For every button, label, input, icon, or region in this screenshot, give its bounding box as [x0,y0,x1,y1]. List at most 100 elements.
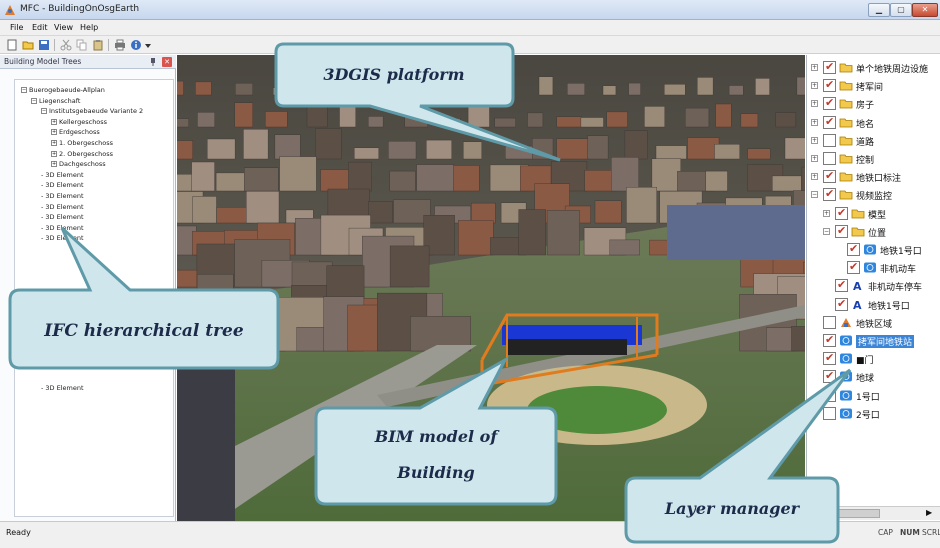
layer-item[interactable]: − 视频监控 [807,187,940,203]
layer-checkbox[interactable] [847,242,860,256]
menu-view[interactable]: View [54,23,73,32]
3d-viewport[interactable] [177,55,805,521]
tree-node[interactable]: + Kellergeschoss [51,118,107,126]
layer-item[interactable]: + 房子 [807,96,940,112]
layer-checkbox[interactable] [823,115,836,129]
expand-icon[interactable]: + [51,118,57,125]
new-file-icon[interactable] [6,39,18,51]
layer-item[interactable]: 1号口 [807,388,940,404]
layer-checkbox[interactable] [823,78,836,93]
pin-icon[interactable] [149,58,157,66]
print-icon[interactable] [114,39,126,51]
cut-icon[interactable] [60,39,72,51]
menu-edit[interactable]: Edit [32,23,48,32]
close-button[interactable]: ✕ [912,3,938,17]
layer-item[interactable]: 拷军间地铁站 [807,333,940,349]
layer-checkbox[interactable] [823,187,836,202]
layer-item[interactable]: + 地名 [807,115,940,131]
collapse-icon[interactable]: − [811,191,818,199]
layer-item[interactable]: − 位置 [807,224,940,240]
city-building [458,220,494,256]
tree-node[interactable]: − Institutsgebaeude Variante 2 [41,107,143,115]
layer-item[interactable]: + 拷军间 [807,78,940,94]
layer-checkbox[interactable] [823,169,836,184]
layer-item[interactable]: 地铁1号口 [807,242,940,258]
expand-icon[interactable]: + [51,161,57,168]
paste-icon[interactable] [92,39,104,51]
layer-checkbox[interactable] [835,297,848,311]
about-icon[interactable] [130,39,142,51]
layer-item[interactable]: 非机动车 [807,260,940,276]
tree-node[interactable]: - 3D Element [41,213,84,221]
layer-checkbox[interactable] [823,333,836,347]
expand-icon[interactable]: + [51,150,57,157]
layer-item[interactable]: A 非机动车停车 [807,278,940,294]
tree-node[interactable]: - 3D Element [41,181,84,189]
layer-item[interactable]: 2号口 [807,406,940,422]
expand-icon[interactable]: + [811,155,818,162]
layer-checkbox[interactable] [835,224,848,238]
city-building [334,87,348,96]
tree-node[interactable]: + Erdgeschoss [51,128,100,136]
layer-item[interactable]: + 控制 [807,151,940,167]
menu-file[interactable]: File [10,23,23,32]
tree-node[interactable]: +1. Obergeschoss [51,139,113,147]
layer-checkbox[interactable] [823,315,836,329]
expand-icon[interactable]: + [811,64,818,71]
tree-node[interactable]: - 3D Element [41,171,84,179]
expand-icon[interactable]: + [51,129,57,136]
collapse-icon[interactable]: − [21,87,27,93]
city-building [655,145,687,160]
expand-icon[interactable]: + [811,136,818,144]
layer-item[interactable]: + 地铁口标注 [807,169,940,185]
collapse-icon[interactable]: − [41,108,47,115]
minimize-button[interactable]: ▁ [868,3,890,17]
layer-item[interactable]: A 地铁1号口 [807,297,940,313]
open-folder-icon[interactable] [22,39,34,51]
layer-checkbox[interactable] [823,60,836,74]
expand-icon[interactable]: + [811,100,818,108]
close-pane-button[interactable]: ✕ [162,57,172,67]
collapse-icon[interactable]: − [823,227,830,235]
layer-checkbox[interactable] [823,369,836,384]
layer-checkbox[interactable] [835,206,848,220]
tree-node[interactable]: + Dachgeschoss [51,160,106,168]
dropdown-icon[interactable] [144,39,152,51]
expand-icon[interactable]: + [811,173,818,181]
layer-item[interactable]: + 单个地铁周边设施 [807,60,940,76]
copy-icon[interactable] [76,39,88,51]
city-scene[interactable] [177,55,805,521]
layer-item[interactable]: + 道路 [807,133,940,149]
horizontal-scrollbar[interactable]: ▶ [806,506,940,520]
layer-checkbox[interactable] [823,351,836,366]
layer-item[interactable]: + 模型 [807,206,940,222]
layer-item[interactable]: 地球 [807,369,940,385]
maximize-button[interactable]: ▢ [890,3,912,17]
scroll-right-icon[interactable]: ▶ [926,508,932,517]
expand-icon[interactable]: + [51,140,57,146]
tree-node[interactable]: − Liegenschaft [31,97,80,105]
expand-icon[interactable]: + [823,209,830,217]
tree-node[interactable]: - 3D Element [41,192,84,200]
tree-node[interactable]: - 3D Element [41,203,84,211]
menu-help[interactable]: Help [80,23,98,32]
save-icon[interactable] [38,39,50,51]
collapse-icon[interactable]: − [31,97,37,104]
tree-node[interactable]: +2. Obergeschoss [51,150,113,158]
tree-node[interactable]: - 3D Element [41,384,84,392]
layer-checkbox[interactable] [847,260,860,275]
expand-icon[interactable]: + [811,118,818,126]
tree-node[interactable]: - 3D Element [41,224,84,232]
layer-item[interactable]: ■门 [807,351,940,367]
expand-icon[interactable]: + [811,82,818,90]
layer-checkbox[interactable] [823,96,836,111]
layer-item[interactable]: 地铁区域 [807,315,940,331]
layer-checkbox[interactable] [823,152,836,165]
scrollbar-thumb[interactable] [810,509,880,518]
layer-checkbox[interactable] [823,406,836,420]
tree-node[interactable]: - 3D Element [41,234,84,242]
layer-checkbox[interactable] [823,388,836,402]
layer-checkbox[interactable] [823,133,836,147]
layer-checkbox[interactable] [835,278,848,293]
tree-node[interactable]: − Buerogebaeude-Allplan [21,86,105,94]
